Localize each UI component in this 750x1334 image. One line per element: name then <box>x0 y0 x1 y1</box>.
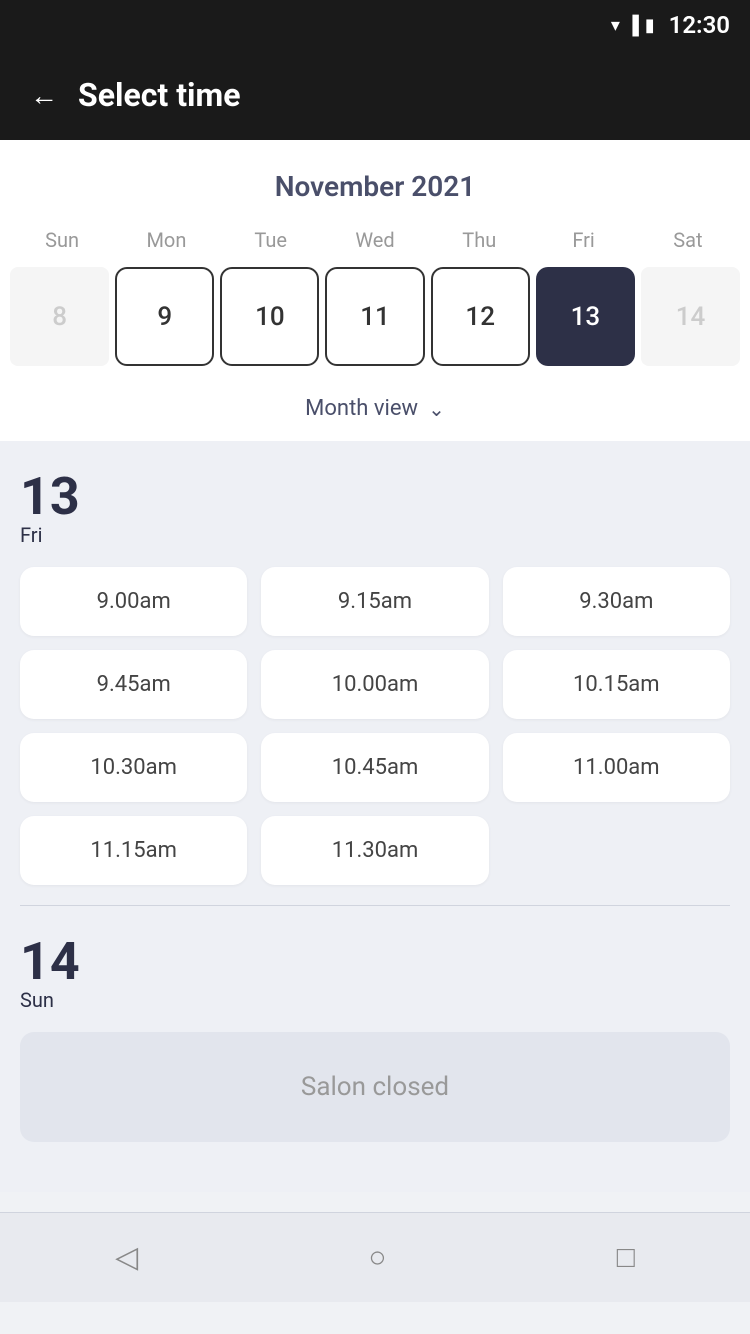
battery-icon: ▮ <box>645 15 655 36</box>
day-14-section: 14 Sun Salon closed <box>20 936 730 1142</box>
day-header-fri: Fri <box>531 223 635 267</box>
date-cell-14[interactable]: 14 <box>641 267 740 366</box>
day-header-mon: Mon <box>114 223 218 267</box>
header: ← Select time <box>0 50 750 140</box>
day-header-tue: Tue <box>219 223 323 267</box>
day-header-sun: Sun <box>10 223 114 267</box>
back-nav-icon[interactable]: ◁ <box>115 1240 138 1275</box>
date-row: 8 9 10 11 12 13 14 <box>0 267 750 386</box>
day-14-name: Sun <box>20 988 54 1012</box>
month-view-toggle[interactable]: Month view ⌄ <box>0 386 750 441</box>
time-slot-1045[interactable]: 10.45am <box>261 733 488 802</box>
day-header-sat: Sat <box>636 223 740 267</box>
day-13-number: 13 <box>20 471 80 523</box>
day-14-label: 14 Sun <box>20 936 730 1012</box>
date-cell-9[interactable]: 9 <box>115 267 214 366</box>
day-header-thu: Thu <box>427 223 531 267</box>
calendar-section: November 2021 Sun Mon Tue Wed Thu Fri Sa… <box>0 140 750 441</box>
day-14-number: 14 <box>20 936 80 988</box>
salon-closed-card: Salon closed <box>20 1032 730 1142</box>
date-cell-11[interactable]: 11 <box>325 267 424 366</box>
header-title: Select time <box>78 76 240 114</box>
status-icons: ▾ ▐ ▮ 12:30 <box>611 11 730 39</box>
nav-bar: ◁ ○ □ <box>0 1212 750 1302</box>
time-slot-930[interactable]: 9.30am <box>503 567 730 636</box>
date-cell-8[interactable]: 8 <box>10 267 109 366</box>
time-slots-13: 9.00am 9.15am 9.30am 9.45am 10.00am 10.1… <box>20 567 730 885</box>
time-slot-1015[interactable]: 10.15am <box>503 650 730 719</box>
day-13-section: 13 Fri 9.00am 9.15am 9.30am 9.45am 10.00… <box>20 471 730 885</box>
time-slot-1000[interactable]: 10.00am <box>261 650 488 719</box>
home-nav-icon[interactable]: ○ <box>368 1240 386 1275</box>
time-slot-1100[interactable]: 11.00am <box>503 733 730 802</box>
status-bar: ▾ ▐ ▮ 12:30 <box>0 0 750 50</box>
day-headers: Sun Mon Tue Wed Thu Fri Sat <box>0 223 750 267</box>
status-time: 12:30 <box>669 11 730 39</box>
date-cell-13[interactable]: 13 <box>536 267 635 366</box>
month-view-label: Month view <box>305 396 418 421</box>
time-slot-1030[interactable]: 10.30am <box>20 733 247 802</box>
salon-closed-text: Salon closed <box>301 1072 449 1102</box>
month-title: November 2021 <box>0 160 750 223</box>
recent-nav-icon[interactable]: □ <box>617 1240 635 1275</box>
day-13-label: 13 Fri <box>20 471 730 547</box>
wifi-icon: ▾ <box>611 15 620 36</box>
day-header-wed: Wed <box>323 223 427 267</box>
time-slot-900[interactable]: 9.00am <box>20 567 247 636</box>
main-content: 13 Fri 9.00am 9.15am 9.30am 9.45am 10.00… <box>0 441 750 1192</box>
time-slot-1130[interactable]: 11.30am <box>261 816 488 885</box>
date-cell-10[interactable]: 10 <box>220 267 319 366</box>
chevron-down-icon: ⌄ <box>428 397 445 421</box>
section-divider <box>20 905 730 906</box>
day-13-name: Fri <box>20 523 42 547</box>
signal-icon: ▐ <box>626 15 639 36</box>
date-cell-12[interactable]: 12 <box>431 267 530 366</box>
time-slot-1115[interactable]: 11.15am <box>20 816 247 885</box>
back-button[interactable]: ← <box>30 79 58 112</box>
time-slot-945[interactable]: 9.45am <box>20 650 247 719</box>
time-slot-915[interactable]: 9.15am <box>261 567 488 636</box>
